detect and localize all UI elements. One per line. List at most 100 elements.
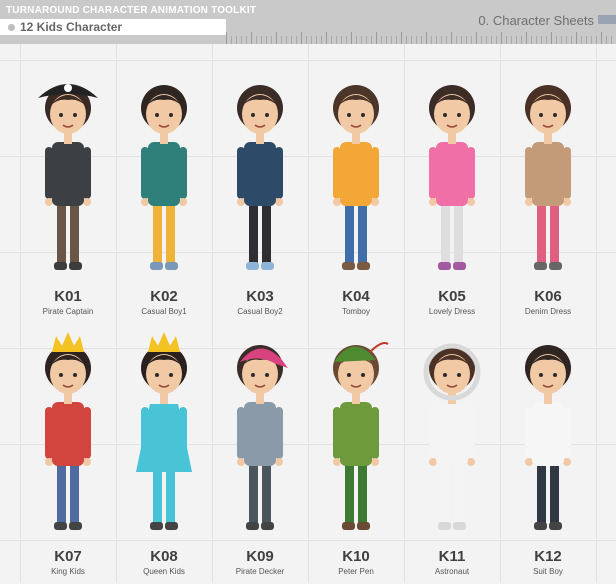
left-leg <box>537 462 546 524</box>
left-shoe <box>150 522 163 530</box>
right-shoe <box>165 522 178 530</box>
character-card[interactable]: K01 Pirate Captain <box>20 62 116 324</box>
left-leg <box>249 202 258 264</box>
character-card[interactable]: K06 Denim Dress <box>500 62 596 324</box>
character-code: K12 <box>534 548 562 565</box>
character-code: K08 <box>150 548 178 565</box>
right-shoe <box>69 522 82 530</box>
torso <box>52 142 84 206</box>
right-leg <box>262 462 271 524</box>
left-hand <box>429 198 437 206</box>
sheet-title: 0. Character Sheets <box>478 13 594 28</box>
left-hand <box>525 458 533 466</box>
right-leg <box>358 462 367 524</box>
subtitle-box: 12 Kids Character <box>0 19 226 35</box>
right-hand <box>467 198 475 206</box>
left-arm <box>333 407 341 459</box>
character-name: Astronaut <box>434 567 470 576</box>
torso <box>532 402 564 466</box>
left-shoe <box>54 522 67 530</box>
character-figure <box>525 85 571 270</box>
character-card[interactable]: K07 King Kids <box>20 322 116 584</box>
left-leg <box>57 462 66 524</box>
right-shoe <box>549 262 562 270</box>
character-figure <box>141 85 187 270</box>
left-arm <box>333 147 341 199</box>
left-shoe <box>246 522 259 530</box>
right-hand <box>275 458 283 466</box>
character-code: K04 <box>342 288 370 305</box>
left-arm <box>237 147 245 199</box>
character-code: K05 <box>438 288 466 305</box>
character-name: Peter Pen <box>338 567 374 576</box>
character-card[interactable]: K04 Tomboy <box>308 62 404 324</box>
right-arm <box>275 407 283 459</box>
right-shoe <box>357 262 370 270</box>
right-shoe <box>69 262 82 270</box>
header-bar: TURNAROUND CHARACTER ANIMATION TOOLKIT 1… <box>0 0 616 44</box>
character-card[interactable]: K08 Queen Kids <box>116 322 212 584</box>
left-eye <box>443 373 447 377</box>
character-figure <box>333 342 389 530</box>
right-shoe <box>549 522 562 530</box>
left-arm <box>429 407 437 459</box>
left-eye <box>539 373 543 377</box>
left-shoe <box>342 262 355 270</box>
left-leg <box>537 202 546 264</box>
left-leg <box>57 202 66 264</box>
right-leg <box>550 202 559 264</box>
character-figure <box>423 343 481 530</box>
character-card[interactable]: K05 Lovely Dress <box>404 62 500 324</box>
character-name: Suit Boy <box>533 567 563 576</box>
feather <box>369 342 389 353</box>
character-code: K10 <box>342 548 370 565</box>
character-card[interactable]: K02 Casual Boy1 <box>116 62 212 324</box>
right-eye <box>73 113 77 117</box>
right-shoe <box>261 262 274 270</box>
torso <box>148 142 180 206</box>
subtitle: 12 Kids Character <box>20 20 123 34</box>
right-leg <box>454 202 463 264</box>
left-shoe <box>534 262 547 270</box>
left-leg <box>345 462 354 524</box>
left-hand <box>237 198 245 206</box>
left-hand <box>333 198 341 206</box>
right-leg <box>262 202 271 264</box>
right-arm <box>371 407 379 459</box>
torso <box>244 402 276 466</box>
right-eye <box>169 113 173 117</box>
right-eye <box>457 113 461 117</box>
left-shoe <box>150 262 163 270</box>
torso <box>532 142 564 206</box>
right-hand <box>371 458 379 466</box>
left-hand <box>429 458 437 466</box>
ruler-major-ticks <box>226 32 616 44</box>
crown <box>148 332 180 352</box>
skull-icon <box>64 84 72 92</box>
right-arm <box>563 147 571 199</box>
right-hand <box>563 458 571 466</box>
character-card[interactable]: K03 Casual Boy2 <box>212 62 308 324</box>
toolkit-title: TURNAROUND CHARACTER ANIMATION TOOLKIT <box>6 5 257 16</box>
sheet-tab-icon <box>598 15 616 24</box>
character-name: Pirate Decker <box>235 567 285 576</box>
character-card[interactable]: K11 Astronaut <box>404 322 500 584</box>
right-eye <box>553 113 557 117</box>
right-shoe <box>165 262 178 270</box>
torso <box>340 402 372 466</box>
right-leg <box>70 462 79 524</box>
green-cap <box>334 346 376 362</box>
right-leg <box>166 202 175 264</box>
character-card[interactable]: K09 Pirate Decker <box>212 322 308 584</box>
left-eye <box>251 373 255 377</box>
right-leg <box>454 462 463 524</box>
left-shoe <box>54 262 67 270</box>
character-card[interactable]: K12 Suit Boy <box>500 322 596 584</box>
character-card[interactable]: K10 Peter Pen <box>308 322 404 584</box>
character-code: K11 <box>438 548 466 565</box>
right-eye <box>265 373 269 377</box>
left-eye <box>347 373 351 377</box>
left-leg <box>345 202 354 264</box>
character-figure <box>45 332 91 530</box>
character-name: Casual Boy2 <box>237 307 283 316</box>
